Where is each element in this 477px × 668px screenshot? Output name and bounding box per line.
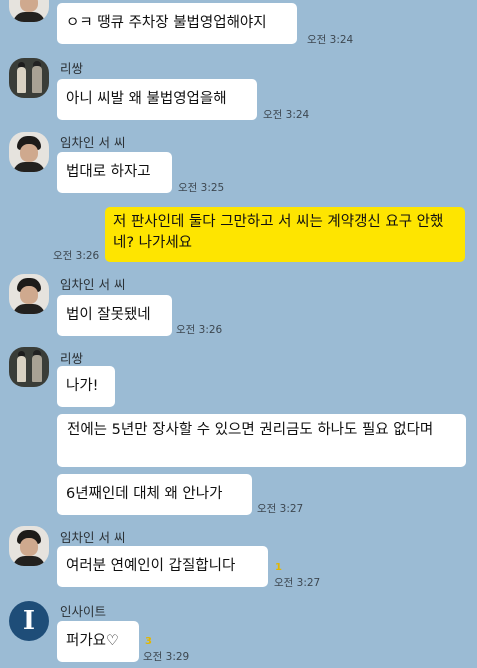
message-text: 법대로 하자고 (66, 164, 151, 180)
avatar-body (13, 162, 45, 172)
insight-logo-icon: I (22, 606, 36, 636)
sender-name: 리쌍 (60, 61, 84, 76)
avatar-figure (17, 356, 26, 382)
message-bubble[interactable]: ㅇㅋ 땡큐 주차장 불법영업해야지 (57, 3, 297, 44)
avatar-face (20, 286, 38, 304)
avatar-lee[interactable] (9, 58, 49, 98)
message-time: 오전 3:25 (178, 182, 225, 194)
message-time: 오전 3:27 (257, 503, 304, 515)
message-text: 나가! (66, 378, 99, 394)
avatar-face (20, 0, 38, 12)
sender-name: 임차인 서 씨 (60, 530, 126, 545)
message-bubble[interactable]: 나가! (57, 366, 115, 407)
avatar-lee[interactable] (9, 347, 49, 387)
avatar-face (20, 144, 38, 162)
avatar-figure (32, 355, 42, 382)
avatar-lim[interactable] (9, 274, 49, 314)
avatar-body (13, 304, 45, 314)
avatar-face (20, 538, 38, 556)
avatar-lim[interactable] (9, 0, 49, 22)
avatar-lim[interactable] (9, 132, 49, 172)
sender-name: 리쌍 (60, 351, 84, 366)
message-bubble[interactable]: 6년째인데 대체 왜 안나가 (57, 474, 252, 515)
message-text: 저 판사인데 둘다 그만하고 서 씨는 계약갱신 요구 안했네? 나가세요 (113, 214, 444, 251)
message-text: 법이 잘못됐네 (66, 307, 151, 323)
message-text: 전에는 5년만 장사할 수 있으면 권리금도 하나도 필요 없다며 (67, 422, 434, 438)
avatar-insight[interactable]: I (9, 601, 49, 641)
message-text: 6년째인데 대체 왜 안나가 (66, 486, 223, 502)
sender-name: 임차인 서 씨 (60, 277, 126, 292)
message-time: 오전 3:29 (143, 651, 190, 663)
message-text: ㅇㅋ 땡큐 주차장 불법영업해야지 (66, 15, 267, 31)
unread-count: 3 (145, 636, 152, 647)
message-bubble[interactable]: 법대로 하자고 (57, 152, 172, 193)
sender-name: 임차인 서 씨 (60, 135, 126, 150)
message-bubble[interactable]: 전에는 5년만 장사할 수 있으면 권리금도 하나도 필요 없다며 (57, 414, 466, 467)
avatar-figure (17, 67, 26, 93)
avatar-body (13, 556, 45, 566)
avatar-body (13, 12, 45, 22)
my-message-bubble[interactable]: 저 판사인데 둘다 그만하고 서 씨는 계약갱신 요구 안했네? 나가세요 (105, 207, 465, 262)
message-time: 오전 3:26 (53, 250, 100, 262)
message-bubble[interactable]: 법이 잘못됐네 (57, 295, 172, 336)
message-text: 여러분 연예인이 갑질합니다 (66, 558, 236, 574)
message-time: 오전 3:24 (263, 109, 310, 121)
unread-count: 1 (275, 562, 282, 573)
message-bubble[interactable]: 퍼가요♡ (57, 621, 139, 662)
message-bubble[interactable]: 여러분 연예인이 갑질합니다 (57, 546, 268, 587)
message-text: 아니 씨발 왜 불법영업을해 (66, 91, 227, 107)
sender-name: 인사이트 (60, 604, 107, 619)
message-time: 오전 3:24 (307, 34, 354, 46)
message-text: 퍼가요♡ (66, 633, 120, 649)
message-bubble[interactable]: 아니 씨발 왜 불법영업을해 (57, 79, 257, 120)
message-time: 오전 3:27 (274, 577, 321, 589)
avatar-figure (32, 66, 42, 93)
avatar-lim[interactable] (9, 526, 49, 566)
message-time: 오전 3:26 (176, 324, 223, 336)
